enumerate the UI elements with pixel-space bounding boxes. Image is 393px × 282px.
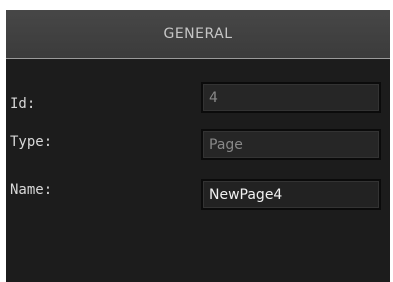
general-panel: GENERAL Id: 4 Type: Page Name: NewPage4 bbox=[6, 10, 390, 282]
type-field: Page bbox=[201, 129, 381, 160]
type-label: Type: bbox=[10, 134, 53, 150]
id-label: Id: bbox=[10, 96, 36, 112]
name-input[interactable]: NewPage4 bbox=[201, 179, 381, 210]
name-label: Name: bbox=[10, 182, 53, 198]
panel-title: GENERAL bbox=[163, 26, 233, 42]
id-field: 4 bbox=[201, 82, 381, 113]
panel-header: GENERAL bbox=[6, 10, 390, 59]
